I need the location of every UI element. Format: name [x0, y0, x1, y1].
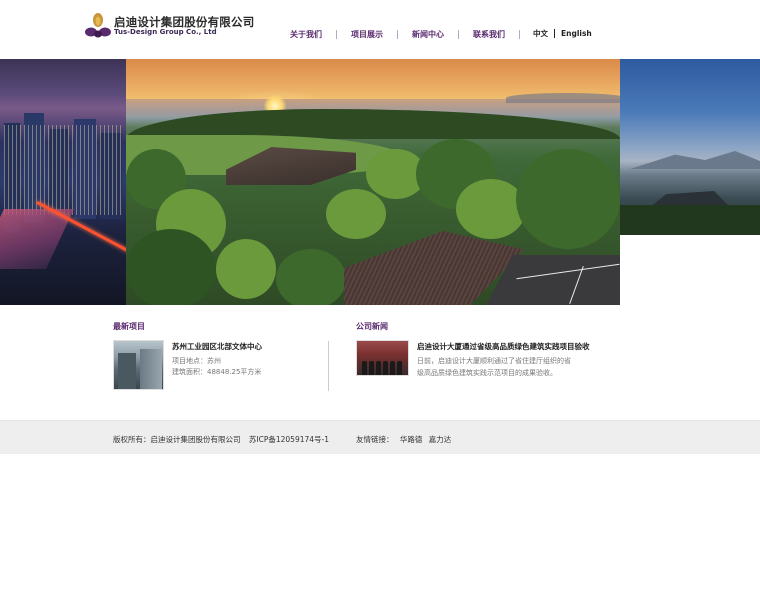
lang-chinese-link[interactable]: 中文 — [533, 28, 548, 39]
nav-item-news[interactable]: 新闻中心 — [402, 29, 454, 40]
page: 启迪设计集团股份有限公司 Tus-Design Group Co., Ltd 关… — [0, 0, 760, 600]
lang-divider — [554, 29, 555, 38]
project-location: 项目地点：苏州 — [172, 357, 221, 365]
site-header: 启迪设计集团股份有限公司 Tus-Design Group Co., Ltd 关… — [0, 0, 760, 59]
news-section-title: 公司新闻 — [356, 322, 388, 331]
logo-text-en: Tus-Design Group Co., Ltd — [114, 28, 217, 36]
nav-divider — [519, 29, 520, 39]
icp-link[interactable]: 苏ICP备12059174号-1 — [249, 435, 329, 444]
news-summary: 日前，启迪设计大厦顺利通过了省住建厅组织的省级高品质绿色建筑实践示范项目的成果验… — [417, 357, 571, 377]
project-title-link[interactable]: 苏州工业园区北部文体中心 — [172, 341, 262, 352]
company-logo[interactable]: 启迪设计集团股份有限公司 Tus-Design Group Co., Ltd — [84, 12, 254, 40]
nav-item-about[interactable]: 关于我们 — [280, 29, 332, 40]
project-thumbnail[interactable] — [113, 340, 164, 390]
main-nav: 关于我们 项目展示 新闻中心 联系我们 — [280, 27, 524, 41]
logo-mark-icon — [85, 13, 111, 38]
project-area: 建筑面积：48848.25平方米 — [172, 368, 262, 376]
friend-link-hualude[interactable]: 华路德 — [400, 435, 423, 444]
nav-item-contact[interactable]: 联系我们 — [463, 29, 515, 40]
site-footer: 版权所有：启迪设计集团股份有限公司 苏ICP备12059174号-1 友情链接：… — [0, 420, 760, 454]
footer-friend-links: 友情链接： 华路德 嘉力达 — [356, 434, 451, 445]
content-section: 最新项目 苏州工业园区北部文体中心 项目地点：苏州 建筑面积：48848.25平… — [0, 305, 760, 420]
lang-english-link[interactable]: English — [561, 29, 592, 38]
carousel-slide-active[interactable] — [126, 59, 620, 305]
friend-link-jialida[interactable]: 嘉力达 — [429, 435, 452, 444]
language-switcher: 中文 English — [533, 28, 592, 39]
news-title-link[interactable]: 启迪设计大厦通过省级高品质绿色建筑实践项目验收 — [417, 341, 590, 352]
hero-carousel[interactable] — [0, 59, 760, 305]
friend-links-label: 友情链接： — [356, 435, 394, 444]
footer-copyright: 版权所有：启迪设计集团股份有限公司 苏ICP备12059174号-1 — [113, 434, 329, 445]
carousel-slide-city-night[interactable] — [0, 59, 126, 305]
section-divider — [328, 341, 329, 391]
nav-divider — [397, 29, 398, 39]
carousel-slide-landscape[interactable] — [620, 59, 760, 235]
copyright-text: 版权所有：启迪设计集团股份有限公司 — [113, 435, 241, 444]
projects-section-title: 最新项目 — [113, 322, 145, 331]
nav-divider — [336, 29, 337, 39]
news-thumbnail[interactable] — [356, 340, 409, 376]
nav-item-projects[interactable]: 项目展示 — [341, 29, 393, 40]
nav-divider — [458, 29, 459, 39]
